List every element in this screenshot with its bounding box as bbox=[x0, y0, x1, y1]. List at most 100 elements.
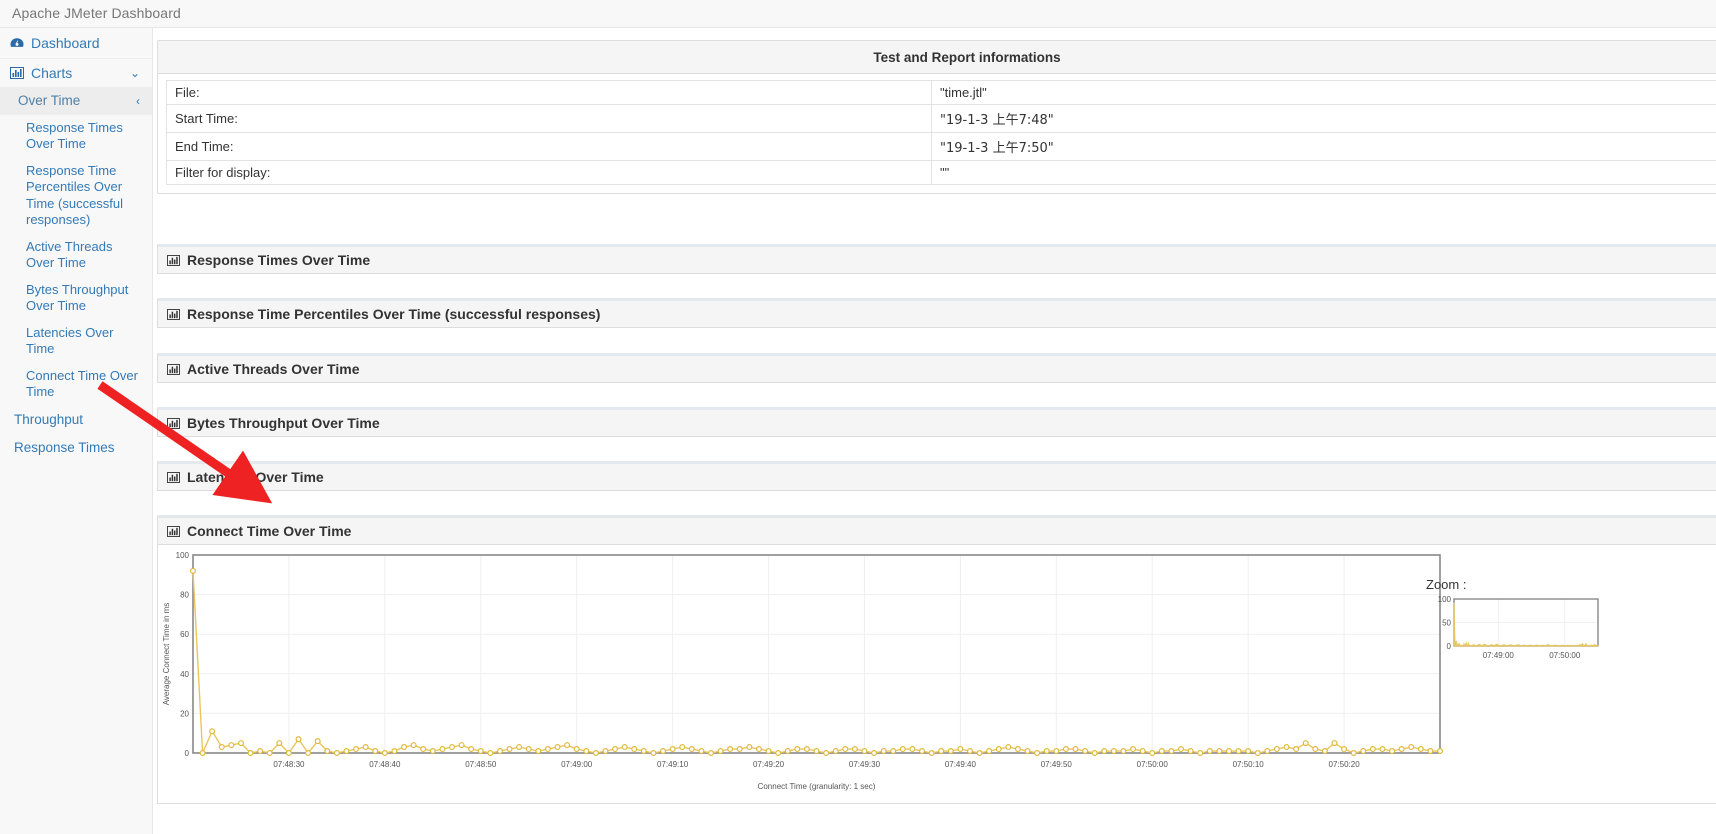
bar-chart-icon bbox=[167, 363, 180, 375]
panel-header[interactable]: Latencies Over Time bbox=[157, 461, 1716, 491]
panel-title: Connect Time Over Time bbox=[187, 523, 352, 539]
zoom-label: Zoom : bbox=[1426, 577, 1467, 592]
main-content: Test and Report informations File: "time… bbox=[154, 28, 1716, 834]
sidebar-item-label: Charts bbox=[31, 65, 73, 81]
row-value: "19-1-3 上午7:50" bbox=[931, 132, 1716, 161]
sidebar-item-label: Over Time bbox=[18, 93, 81, 108]
sidebar-item-bytes-throughput-over-time[interactable]: Bytes Throughput Over Time bbox=[0, 277, 152, 320]
sidebar: Dashboard Charts ⌄ Over Time ‹ Response … bbox=[0, 28, 153, 834]
connect-time-line-chart[interactable]: 0 20 40 60 80 100 07:48:30 07:48:40 07:48:50 07:4… bbox=[158, 545, 1448, 795]
panel-header[interactable]: Active Threads Over Time bbox=[157, 353, 1716, 383]
test-info-table: File: "time.jtl" Start Time: "19-1-3 上午7… bbox=[166, 80, 1716, 185]
app-title: Apache JMeter Dashboard bbox=[12, 5, 181, 21]
row-key: Filter for display: bbox=[166, 160, 932, 185]
svg-text:07:50:00: 07:50:00 bbox=[1549, 651, 1581, 660]
svg-text:07:49:20: 07:49:20 bbox=[753, 760, 785, 769]
svg-text:07:49:30: 07:49:30 bbox=[849, 760, 881, 769]
svg-text:07:48:40: 07:48:40 bbox=[369, 760, 401, 769]
bar-chart-icon bbox=[167, 308, 180, 320]
row-value: "" bbox=[931, 160, 1716, 185]
dashboard-icon bbox=[10, 37, 24, 50]
table-row: File: "time.jtl" bbox=[166, 80, 1716, 105]
sidebar-item-connect-time-over-time[interactable]: Connect Time Over Time bbox=[0, 363, 152, 406]
panel-body: File: "time.jtl" Start Time: "19-1-3 上午7… bbox=[158, 74, 1716, 193]
panel-response-times-over-time[interactable]: Response Times Over Time bbox=[157, 244, 1716, 274]
sidebar-item-label: Dashboard bbox=[31, 35, 100, 51]
svg-text:50: 50 bbox=[1442, 619, 1451, 628]
sidebar-item-latencies-over-time[interactable]: Latencies Over Time bbox=[0, 320, 152, 363]
chevron-down-icon[interactable]: ⌄ bbox=[130, 66, 140, 80]
table-row: End Time: "19-1-3 上午7:50" bbox=[166, 132, 1716, 161]
bar-chart-icon bbox=[167, 471, 180, 483]
table-row: Filter for display: "" bbox=[166, 160, 1716, 185]
svg-text:100: 100 bbox=[176, 551, 190, 560]
sidebar-over-time-children: Response Times Over Time Response Time P… bbox=[0, 115, 152, 406]
sidebar-item-label: Bytes Throughput Over Time bbox=[26, 281, 129, 314]
sidebar-item-label: Latencies Over Time bbox=[26, 324, 114, 357]
svg-text:07:50:00: 07:50:00 bbox=[1137, 760, 1169, 769]
test-report-information-panel: Test and Report informations File: "time… bbox=[157, 40, 1716, 194]
panel-latencies-over-time[interactable]: Latencies Over Time bbox=[157, 461, 1716, 491]
svg-text:Average Connect Time in ms: Average Connect Time in ms bbox=[162, 603, 171, 706]
sidebar-item-active-threads-over-time[interactable]: Active Threads Over Time bbox=[0, 234, 152, 277]
row-value: "19-1-3 上午7:48" bbox=[931, 104, 1716, 133]
sidebar-item-response-time-percentiles-over-time[interactable]: Response Time Percentiles Over Time (suc… bbox=[0, 158, 152, 234]
sidebar-item-label: Throughput bbox=[14, 411, 84, 427]
bar-chart-icon bbox=[10, 67, 24, 79]
sidebar-item-dashboard[interactable]: Dashboard bbox=[0, 28, 152, 58]
sidebar-item-label: Response Times Over Time bbox=[26, 119, 123, 152]
panel-header[interactable]: Connect Time Over Time bbox=[157, 515, 1716, 545]
sidebar-item-label: Response Times bbox=[14, 439, 115, 455]
svg-text:0: 0 bbox=[1447, 642, 1452, 651]
panel-header[interactable]: Response Times Over Time bbox=[157, 244, 1716, 274]
svg-text:40: 40 bbox=[180, 670, 189, 679]
panel-active-threads-over-time[interactable]: Active Threads Over Time bbox=[157, 353, 1716, 383]
bar-chart-icon bbox=[167, 254, 180, 266]
sidebar-item-throughput[interactable]: Throughput bbox=[0, 406, 152, 434]
panel-title: Bytes Throughput Over Time bbox=[187, 415, 380, 431]
svg-text:07:50:10: 07:50:10 bbox=[1233, 760, 1265, 769]
svg-text:20: 20 bbox=[180, 709, 189, 718]
zoom-overview-chart[interactable]: 0 50 100 07:49:00 07:50:00 bbox=[1424, 593, 1604, 668]
panel-title: Response Time Percentiles Over Time (suc… bbox=[187, 306, 601, 322]
svg-text:07:49:10: 07:49:10 bbox=[657, 760, 689, 769]
svg-text:07:49:50: 07:49:50 bbox=[1041, 760, 1073, 769]
sidebar-item-over-time[interactable]: Over Time ‹ bbox=[0, 88, 152, 115]
sidebar-item-response-times[interactable]: Response Times bbox=[0, 434, 152, 462]
svg-text:07:49:00: 07:49:00 bbox=[561, 760, 593, 769]
panel-title: Active Threads Over Time bbox=[187, 361, 360, 377]
panel-header[interactable]: Response Time Percentiles Over Time (suc… bbox=[157, 298, 1716, 328]
svg-text:07:48:30: 07:48:30 bbox=[273, 760, 305, 769]
svg-text:60: 60 bbox=[180, 630, 189, 639]
panel-header[interactable]: Bytes Throughput Over Time bbox=[157, 407, 1716, 437]
row-key: File: bbox=[166, 80, 932, 105]
table-row: Start Time: "19-1-3 上午7:48" bbox=[166, 104, 1716, 133]
sidebar-item-label: Response Time Percentiles Over Time (suc… bbox=[26, 162, 124, 228]
svg-text:0: 0 bbox=[185, 749, 190, 758]
panel-body: 0 20 40 60 80 100 07:48:30 07:48:40 07:48:50 07:4… bbox=[157, 545, 1716, 804]
panel-bytes-throughput-over-time[interactable]: Bytes Throughput Over Time bbox=[157, 407, 1716, 437]
sidebar-item-response-times-over-time[interactable]: Response Times Over Time bbox=[0, 115, 152, 158]
row-value: "time.jtl" bbox=[931, 80, 1716, 105]
panel-response-time-percentiles-over-time[interactable]: Response Time Percentiles Over Time (suc… bbox=[157, 298, 1716, 328]
svg-text:07:50:20: 07:50:20 bbox=[1329, 760, 1361, 769]
panel-connect-time-over-time: Connect Time Over Time 0 20 40 60 80 100 07:48… bbox=[157, 515, 1716, 804]
svg-text:Connect Time (granularity: 1 s: Connect Time (granularity: 1 sec) bbox=[758, 782, 876, 791]
sidebar-item-label: Active Threads Over Time bbox=[26, 238, 113, 271]
chevron-left-icon[interactable]: ‹ bbox=[136, 93, 140, 110]
svg-text:100: 100 bbox=[1438, 595, 1452, 604]
svg-text:80: 80 bbox=[180, 591, 189, 600]
panel-title: Test and Report informations bbox=[158, 41, 1716, 74]
row-key: Start Time: bbox=[166, 104, 932, 133]
connect-time-chart-area: 0 20 40 60 80 100 07:48:30 07:48:40 07:48:50 07:4… bbox=[158, 545, 1716, 803]
svg-text:07:49:00: 07:49:00 bbox=[1483, 651, 1515, 660]
panel-title: Response Times Over Time bbox=[187, 252, 371, 268]
sidebar-item-label: Connect Time Over Time bbox=[26, 367, 138, 400]
svg-text:07:48:50: 07:48:50 bbox=[465, 760, 497, 769]
bar-chart-icon bbox=[167, 525, 180, 537]
row-key: End Time: bbox=[166, 132, 932, 161]
sidebar-item-charts[interactable]: Charts ⌄ bbox=[0, 58, 152, 88]
svg-text:07:49:40: 07:49:40 bbox=[945, 760, 977, 769]
app-header: Apache JMeter Dashboard bbox=[0, 0, 1716, 28]
panel-title: Latencies Over Time bbox=[187, 469, 324, 485]
